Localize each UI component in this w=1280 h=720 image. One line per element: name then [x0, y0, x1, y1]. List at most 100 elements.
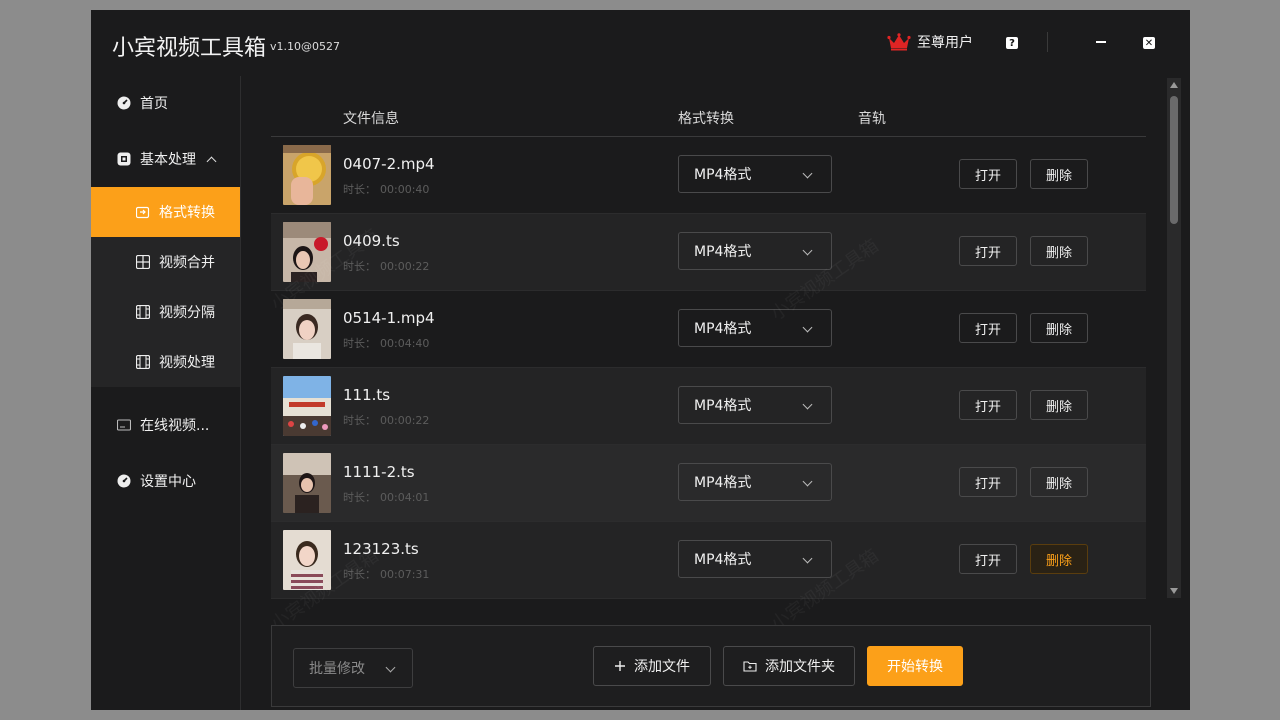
sidebar-item-video-split[interactable]: 视频分隔: [91, 287, 240, 337]
convert-icon: [135, 204, 151, 220]
delete-button[interactable]: 删除: [1030, 544, 1088, 574]
open-button[interactable]: 打开: [959, 159, 1017, 189]
add-file-button[interactable]: 添加文件: [593, 646, 711, 686]
delete-button[interactable]: 删除: [1030, 467, 1088, 497]
titlebar-divider: [1047, 32, 1048, 52]
batch-modify-select[interactable]: 批量修改: [293, 648, 413, 688]
chevron-down-icon: [802, 553, 813, 564]
help-icon[interactable]: ?: [1006, 37, 1018, 49]
app-window: 小宾视频工具箱 v1.10@0527 至尊用户 ? ✕ 首页 基本处理 格式转换…: [91, 10, 1190, 710]
header-format: 格式转换: [678, 111, 734, 127]
file-name: 0409.ts: [343, 232, 400, 250]
duration-label: 时长：: [343, 260, 376, 273]
video-thumbnail: [283, 453, 331, 513]
file-duration: 时长： 00:00:22: [343, 412, 429, 428]
plus-icon: [615, 661, 625, 671]
header-file-info: 文件信息: [343, 111, 399, 127]
sidebar-item-label: 首页: [140, 96, 168, 112]
delete-button[interactable]: 删除: [1030, 313, 1088, 343]
format-select[interactable]: MP4格式: [678, 155, 832, 193]
folder-icon: [743, 661, 757, 672]
minimize-button[interactable]: [1094, 35, 1108, 49]
add-folder-label: 添加文件夹: [765, 659, 835, 675]
app-title: 小宾视频工具箱: [112, 36, 267, 61]
submenu: 格式转换 视频合并 视频分隔 视频处理: [91, 187, 240, 387]
sidebar-item-label: 设置中心: [140, 474, 196, 490]
add-folder-button[interactable]: 添加文件夹: [723, 646, 855, 686]
merge-icon: [135, 254, 151, 270]
sidebar-item-label: 格式转换: [159, 205, 215, 221]
duration-value: 00:04:01: [380, 491, 430, 504]
close-button[interactable]: ✕: [1143, 37, 1155, 49]
video-thumbnail: [283, 299, 331, 359]
sidebar-item-home[interactable]: 首页: [91, 78, 240, 128]
format-select[interactable]: MP4格式: [678, 309, 832, 347]
video-box-icon: [116, 151, 132, 167]
vip-label: 至尊用户: [917, 35, 973, 51]
format-select[interactable]: MP4格式: [678, 463, 832, 501]
sidebar-item-label: 在线视频...: [140, 418, 210, 434]
file-name: 0407-2.mp4: [343, 155, 435, 173]
format-value: MP4格式: [694, 321, 752, 337]
file-duration: 时长： 00:00:40: [343, 181, 429, 197]
video-thumbnail: [283, 145, 331, 205]
sidebar-item-label: 基本处理: [140, 152, 196, 168]
sidebar-item-label: 视频合并: [159, 255, 215, 271]
video-thumbnail: [283, 376, 331, 436]
scroll-up-arrow-icon[interactable]: [1170, 82, 1178, 88]
file-duration: 时长： 00:07:31: [343, 566, 429, 582]
vip-badge[interactable]: 至尊用户: [887, 32, 973, 52]
scroll-down-arrow-icon[interactable]: [1170, 588, 1178, 594]
table-row: 0409.ts 时长： 00:00:22 MP4格式 打开 删除: [271, 214, 1146, 291]
open-button[interactable]: 打开: [959, 390, 1017, 420]
duration-label: 时长：: [343, 568, 376, 581]
format-select[interactable]: MP4格式: [678, 232, 832, 270]
table-row: 111.ts 时长： 00:00:22 MP4格式 打开 删除: [271, 368, 1146, 445]
sidebar-item-basic[interactable]: 基本处理: [91, 134, 240, 184]
sidebar-item-label: 视频分隔: [159, 305, 215, 321]
format-select[interactable]: MP4格式: [678, 386, 832, 424]
delete-button[interactable]: 删除: [1030, 236, 1088, 266]
add-file-label: 添加文件: [634, 659, 690, 675]
duration-value: 00:07:31: [380, 568, 430, 581]
open-button[interactable]: 打开: [959, 467, 1017, 497]
format-select[interactable]: MP4格式: [678, 540, 832, 578]
file-duration: 时长： 00:00:22: [343, 258, 429, 274]
title-bar: 小宾视频工具箱 v1.10@0527 至尊用户 ? ✕: [91, 10, 1190, 76]
format-value: MP4格式: [694, 552, 752, 568]
app-version: v1.10@0527: [270, 40, 340, 53]
sidebar-item-format-convert[interactable]: 格式转换: [91, 187, 240, 237]
delete-button[interactable]: 删除: [1030, 159, 1088, 189]
open-button[interactable]: 打开: [959, 313, 1017, 343]
sidebar-item-settings[interactable]: 设置中心: [91, 456, 240, 506]
video-thumbnail: [283, 222, 331, 282]
action-bar: 批量修改 添加文件 添加文件夹 开始转换: [271, 625, 1151, 707]
settings-icon: [116, 473, 132, 489]
open-button[interactable]: 打开: [959, 236, 1017, 266]
duration-value: 00:04:40: [380, 337, 430, 350]
format-value: MP4格式: [694, 167, 752, 183]
sidebar-item-online-video[interactable]: 在线视频...: [91, 400, 240, 450]
file-name: 111.ts: [343, 386, 391, 404]
screen-icon: [116, 417, 132, 433]
sidebar-item-video-merge[interactable]: 视频合并: [91, 237, 240, 287]
duration-value: 00:00:22: [380, 260, 430, 273]
chevron-down-icon: [802, 476, 813, 487]
file-duration: 时长： 00:04:40: [343, 335, 429, 351]
format-value: MP4格式: [694, 475, 752, 491]
format-value: MP4格式: [694, 244, 752, 260]
film-icon: [135, 354, 151, 370]
start-convert-button[interactable]: 开始转换: [867, 646, 963, 686]
format-value: MP4格式: [694, 398, 752, 414]
duration-label: 时长：: [343, 491, 376, 504]
delete-button[interactable]: 删除: [1030, 390, 1088, 420]
open-button[interactable]: 打开: [959, 544, 1017, 574]
scroll-thumb[interactable]: [1170, 96, 1178, 224]
batch-modify-label: 批量修改: [309, 661, 365, 677]
chevron-down-icon: [802, 168, 813, 179]
duration-label: 时长：: [343, 183, 376, 196]
header-audio-track: 音轨: [858, 111, 886, 127]
scrollbar[interactable]: [1167, 78, 1181, 598]
sidebar-item-video-process[interactable]: 视频处理: [91, 337, 240, 387]
table-row: 1111-2.ts 时长： 00:04:01 MP4格式 打开 删除: [271, 445, 1146, 522]
